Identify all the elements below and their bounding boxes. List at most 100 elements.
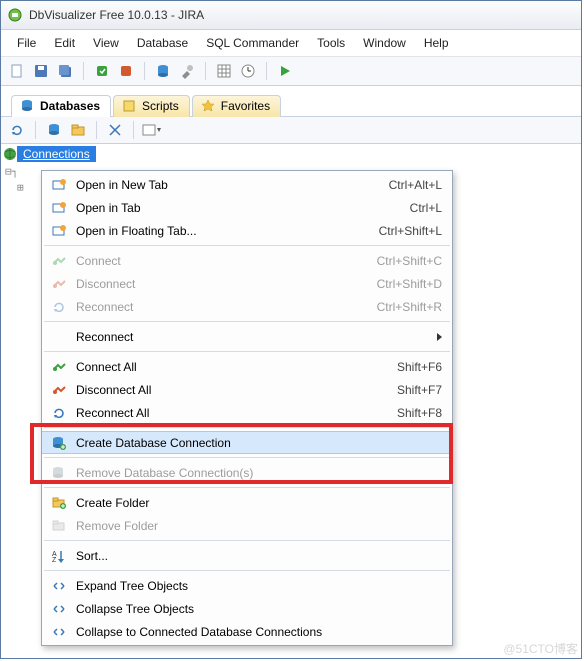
menu-view[interactable]: View — [85, 34, 127, 52]
toolbar-new-icon[interactable] — [7, 61, 27, 81]
toolbar-separator — [205, 62, 206, 80]
toolbar-clock-icon[interactable] — [238, 61, 258, 81]
folder-icon[interactable] — [68, 120, 88, 140]
menu-item-reconnect[interactable]: Reconnect — [42, 325, 452, 348]
menu-item-connect: ConnectCtrl+Shift+C — [42, 249, 452, 272]
menu-item-label: Remove Database Connection(s) — [76, 466, 442, 480]
tree-toolbar — [1, 117, 581, 144]
menu-separator — [44, 245, 450, 246]
menu-item-remove-database-connection-s: Remove Database Connection(s) — [42, 461, 452, 484]
star-icon — [201, 99, 215, 113]
menu-item-shortcut: Ctrl+Shift+L — [379, 224, 442, 238]
titlebar: DbVisualizer Free 10.0.13 - JIRA — [1, 1, 581, 30]
menu-item-open-in-tab[interactable]: Open in TabCtrl+L — [42, 196, 452, 219]
open-tab-icon — [48, 199, 70, 217]
toolbar-separator — [144, 62, 145, 80]
menu-file[interactable]: File — [9, 34, 44, 52]
menu-item-shortcut: Ctrl+L — [410, 201, 442, 215]
menu-item-reconnect: ReconnectCtrl+Shift+R — [42, 295, 452, 318]
menu-item-connect-all[interactable]: Connect AllShift+F6 — [42, 355, 452, 378]
menu-item-expand-tree-objects[interactable]: Expand Tree Objects — [42, 574, 452, 597]
menu-item-label: Open in Tab — [76, 201, 410, 215]
menu-item-label: Reconnect All — [76, 406, 397, 420]
tab-favorites[interactable]: Favorites — [192, 95, 281, 117]
menu-sql-commander[interactable]: SQL Commander — [198, 34, 307, 52]
side-tabstrip: Databases Scripts Favorites — [1, 86, 581, 117]
menu-separator — [44, 457, 450, 458]
menu-item-label: Collapse Tree Objects — [76, 602, 442, 616]
menu-item-collapse-to-connected-database-connections[interactable]: Collapse to Connected Database Connectio… — [42, 620, 452, 643]
menu-item-disconnect: DisconnectCtrl+Shift+D — [42, 272, 452, 295]
tab-databases[interactable]: Databases — [11, 95, 111, 117]
menu-window[interactable]: Window — [355, 34, 414, 52]
window-title: DbVisualizer Free 10.0.13 - JIRA — [29, 8, 204, 22]
tree-root[interactable]: Connections — [1, 144, 581, 162]
menu-item-label: Sort... — [76, 549, 442, 563]
menu-tools[interactable]: Tools — [309, 34, 353, 52]
menu-help[interactable]: Help — [416, 34, 457, 52]
menu-item-label: Connect All — [76, 360, 397, 374]
menu-item-shortcut: Ctrl+Alt+L — [389, 178, 442, 192]
menu-database[interactable]: Database — [129, 34, 196, 52]
tree-root-label: Connections — [17, 146, 96, 162]
menu-edit[interactable]: Edit — [46, 34, 83, 52]
toolbar-separator — [133, 121, 134, 139]
menu-item-shortcut: Ctrl+Shift+C — [377, 254, 442, 268]
menu-item-collapse-tree-objects[interactable]: Collapse Tree Objects — [42, 597, 452, 620]
menu-item-label: Create Database Connection — [76, 436, 442, 450]
toolbar-separator — [96, 121, 97, 139]
menu-item-shortcut: Shift+F6 — [397, 360, 442, 374]
menu-item-label: Disconnect All — [76, 383, 397, 397]
main-toolbar — [1, 56, 581, 86]
reconnect-all-icon — [48, 404, 70, 422]
open-tab-icon — [48, 176, 70, 194]
menu-item-remove-folder: Remove Folder — [42, 514, 452, 537]
globe-icon — [3, 147, 17, 161]
menu-item-label: Disconnect — [76, 277, 377, 291]
menu-item-create-database-connection[interactable]: Create Database Connection — [42, 431, 452, 454]
db-icon[interactable] — [44, 120, 64, 140]
menu-item-label: Collapse to Connected Database Connectio… — [76, 625, 442, 639]
menu-item-open-in-new-tab[interactable]: Open in New TabCtrl+Alt+L — [42, 173, 452, 196]
menu-item-open-in-floating-tab[interactable]: Open in Floating Tab...Ctrl+Shift+L — [42, 219, 452, 242]
toolbar-save-icon[interactable] — [31, 61, 51, 81]
disconnect-all-icon — [48, 381, 70, 399]
tab-label: Favorites — [221, 99, 270, 113]
chevron-right-icon — [437, 333, 442, 341]
menu-item-disconnect-all[interactable]: Disconnect AllShift+F7 — [42, 378, 452, 401]
menu-item-label: Reconnect — [76, 330, 431, 344]
refresh-icon[interactable] — [7, 120, 27, 140]
toolbar-tools-icon[interactable] — [177, 61, 197, 81]
sort-icon: AZ — [48, 547, 70, 565]
toolbar-run-icon[interactable] — [275, 61, 295, 81]
expand-icon — [48, 577, 70, 595]
toolbar-grid-icon[interactable] — [214, 61, 234, 81]
watermark: @51CTO博客 — [503, 640, 578, 657]
context-menu: Open in New TabCtrl+Alt+LOpen in TabCtrl… — [41, 170, 453, 646]
menu-item-sort[interactable]: AZ Sort... — [42, 544, 452, 567]
menu-separator — [44, 570, 450, 571]
toolbar-separator — [35, 121, 36, 139]
view-dropdown-icon[interactable] — [142, 120, 162, 140]
disconnect-icon — [48, 275, 70, 293]
collapse-icon[interactable] — [105, 120, 125, 140]
tab-scripts[interactable]: Scripts — [113, 95, 190, 117]
toolbar-connect-icon[interactable] — [92, 61, 112, 81]
menu-item-label: Remove Folder — [76, 519, 442, 533]
menu-item-label: Create Folder — [76, 496, 442, 510]
menu-item-reconnect-all[interactable]: Reconnect AllShift+F8 — [42, 401, 452, 424]
menu-item-label: Reconnect — [76, 300, 377, 314]
collapse-icon — [48, 600, 70, 618]
toolbar-separator — [266, 62, 267, 80]
menu-item-shortcut: Shift+F7 — [397, 383, 442, 397]
svg-text:Z: Z — [52, 557, 57, 564]
toolbar-disconnect-icon[interactable] — [116, 61, 136, 81]
menu-item-create-folder[interactable]: Create Folder — [42, 491, 452, 514]
toolbar-db-icon[interactable] — [153, 61, 173, 81]
toolbar-saveall-icon[interactable] — [55, 61, 75, 81]
collapse-db-icon — [48, 623, 70, 641]
remove-folder-icon — [48, 517, 70, 535]
reconnect-icon — [48, 298, 70, 316]
create-folder-icon — [48, 494, 70, 512]
tab-label: Scripts — [142, 99, 179, 113]
